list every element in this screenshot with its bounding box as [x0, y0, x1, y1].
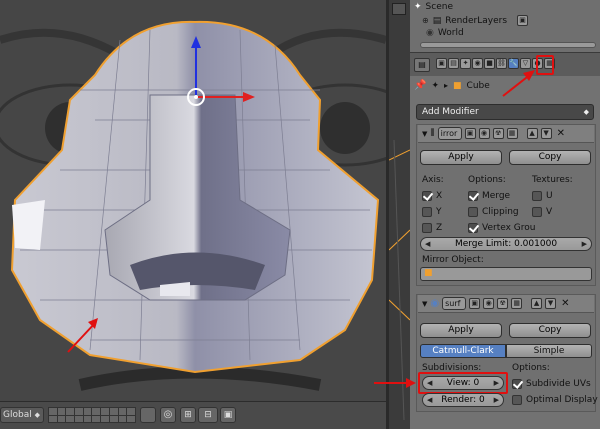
mirror-axis-z[interactable]: Z: [422, 221, 442, 235]
scene-tab-icon[interactable]: ✦: [460, 58, 471, 69]
catmull-clark-tab[interactable]: Catmull-Clark: [420, 344, 506, 358]
viewport-header: Global ◆ ◎ ⊞ ⊟ ▣: [0, 401, 386, 429]
optimal-display-toggle[interactable]: Optimal Display: [512, 393, 598, 407]
outliner-scrollbar[interactable]: [420, 42, 596, 48]
mirror-clipping-toggle[interactable]: Clipping: [468, 205, 519, 219]
mirror-axis-x[interactable]: X: [422, 189, 442, 203]
outliner-renderlayers-row[interactable]: ⊕ ▤ RenderLayers ▣: [422, 15, 529, 26]
subsurf-modifier-icon: ◉: [430, 298, 440, 309]
reference-brow-left: [0, 28, 123, 59]
chevron-updown-icon: ◆: [34, 411, 40, 419]
cage-toggle-icon[interactable]: ▦: [506, 128, 518, 139]
render-icon[interactable]: ▣: [517, 15, 529, 26]
mirror-axis-label: Axis:: [422, 175, 444, 185]
view-menu-icon[interactable]: ▤: [414, 58, 430, 72]
cube-icon: ■: [424, 268, 433, 278]
realtime-toggle-icon[interactable]: ◉: [478, 128, 490, 139]
render-toggle-icon[interactable]: ☢: [492, 128, 504, 139]
view-levels-highlight: [418, 372, 508, 394]
mirror-apply-button[interactable]: Apply: [420, 150, 502, 165]
chevron-updown-icon: ◆: [583, 108, 589, 116]
editmode-toggle-icon[interactable]: ▣: [469, 298, 481, 309]
outliner-renderlayers-label: RenderLayers: [445, 15, 508, 26]
render-tab-icon[interactable]: ▣: [436, 58, 447, 69]
grid-icon[interactable]: [392, 3, 406, 15]
collapse-triangle-icon[interactable]: ▼: [422, 130, 427, 138]
collapse-triangle-icon[interactable]: ▼: [422, 300, 427, 308]
object-context-row: 📌 ✦ ▸ ■ Cube: [414, 80, 490, 91]
mirror-textures-label: Textures:: [532, 175, 573, 185]
world-icon: ◉: [426, 28, 434, 38]
outliner-scene-label: Scene: [425, 2, 453, 12]
outliner-world-row[interactable]: ◉ World: [426, 28, 464, 38]
object-name: Cube: [466, 80, 490, 91]
reference-mouth: [78, 366, 322, 391]
gizmo-center-dot: [194, 95, 198, 99]
mirror-modifier-icon: ⫴: [430, 128, 435, 139]
renderlayers-tab-icon[interactable]: ▤: [448, 58, 459, 69]
orientation-dropdown[interactable]: Global ◆: [0, 407, 44, 423]
render-toggle-icon[interactable]: ☢: [497, 298, 509, 309]
expand-icon[interactable]: ⊕: [422, 16, 429, 25]
cage-toggle-icon[interactable]: ▦: [511, 298, 523, 309]
mirror-copy-button[interactable]: Copy: [509, 150, 591, 165]
snap-icon[interactable]: ⊞: [180, 407, 196, 423]
mirror-tex-u-toggle[interactable]: U: [532, 189, 553, 203]
mirror-tex-v-toggle[interactable]: V: [532, 205, 552, 219]
arrow-right-icon: ▸: [444, 81, 449, 90]
outliner-scene-row[interactable]: ✦ Scene: [414, 2, 453, 12]
reference-right-iris: [320, 102, 370, 154]
subsurf-modifier-header[interactable]: ▼ ◉ surf ▣ ◉ ☢ ▦ ▲ ▼ ✕: [418, 295, 594, 313]
mirror-object-label: Mirror Object:: [422, 255, 484, 265]
move-down-icon[interactable]: ▼: [540, 128, 552, 139]
world-tab-icon[interactable]: ◉: [472, 58, 483, 69]
outliner: ✦ Scene ⊕ ▤ RenderLayers ▣ ◉ World: [410, 0, 600, 52]
move-up-icon[interactable]: ▲: [531, 298, 543, 309]
camera-icon[interactable]: ▣: [220, 407, 236, 423]
close-icon[interactable]: ✕: [557, 128, 565, 139]
annotation-arrow-tab: [502, 70, 535, 97]
pin-icon[interactable]: 📌: [414, 80, 426, 91]
annotation-arrow-view: [374, 378, 416, 388]
realtime-toggle-icon[interactable]: ◉: [483, 298, 495, 309]
subsurf-copy-button[interactable]: Copy: [509, 323, 591, 338]
3d-viewport[interactable]: Global ◆ ◎ ⊞ ⊟ ▣: [0, 0, 386, 429]
render-levels-field[interactable]: ◀ Render: 0 ▶: [422, 393, 504, 407]
subdivide-uvs-toggle[interactable]: Subdivide UVs: [512, 377, 591, 391]
viewport-scene[interactable]: [0, 0, 386, 429]
mirror-object-field[interactable]: ■: [420, 267, 592, 281]
add-modifier-label: Add Modifier: [422, 107, 479, 117]
mirror-merge-toggle[interactable]: Merge: [468, 189, 510, 203]
outliner-world-label: World: [437, 28, 464, 38]
mirror-vertex-groups-toggle[interactable]: Vertex Grou: [468, 221, 535, 235]
merge-limit-field[interactable]: ◀ Merge Limit: 0.001000 ▶: [420, 237, 592, 251]
object-tab-icon[interactable]: ■: [484, 58, 495, 69]
scene-icon: ✦: [414, 2, 422, 12]
mirror-name-field[interactable]: irror: [437, 127, 462, 140]
subsurf-options-label: Options:: [512, 363, 550, 373]
cheek-highlight: [12, 200, 45, 250]
mirror-axis-y[interactable]: Y: [422, 205, 442, 219]
close-icon[interactable]: ✕: [561, 298, 569, 309]
add-modifier-dropdown[interactable]: Add Modifier ◆: [416, 104, 594, 120]
secondary-viewport-edge: [389, 0, 410, 429]
move-down-icon[interactable]: ▼: [545, 298, 557, 309]
render-preview-icon[interactable]: ◎: [160, 407, 176, 423]
mirror-modifier-header[interactable]: ▼ ⫴ irror ▣ ◉ ☢ ▦ ▲ ▼ ✕: [418, 125, 594, 143]
editmode-toggle-icon[interactable]: ▣: [464, 128, 476, 139]
properties-editor: ✦ Scene ⊕ ▤ RenderLayers ▣ ◉ World ▤ ▣ ▤…: [410, 0, 600, 429]
move-up-icon[interactable]: ▲: [526, 128, 538, 139]
subsurf-apply-button[interactable]: Apply: [420, 323, 502, 338]
cube-icon: ■: [453, 80, 462, 91]
renderlayers-icon: ▤: [432, 15, 442, 26]
layer-buttons[interactable]: [48, 407, 136, 423]
orientation-value: Global: [3, 410, 32, 420]
snap-target-dropdown[interactable]: ⊟: [198, 407, 218, 423]
scene-context-icon: ✦: [431, 80, 439, 91]
mirror-options-label: Options:: [468, 175, 506, 185]
layers-toggle-icon[interactable]: [140, 407, 156, 423]
reference-brow-right: [267, 28, 386, 59]
subsurf-name-field[interactable]: surf: [442, 297, 467, 310]
simple-tab[interactable]: Simple: [506, 344, 592, 358]
